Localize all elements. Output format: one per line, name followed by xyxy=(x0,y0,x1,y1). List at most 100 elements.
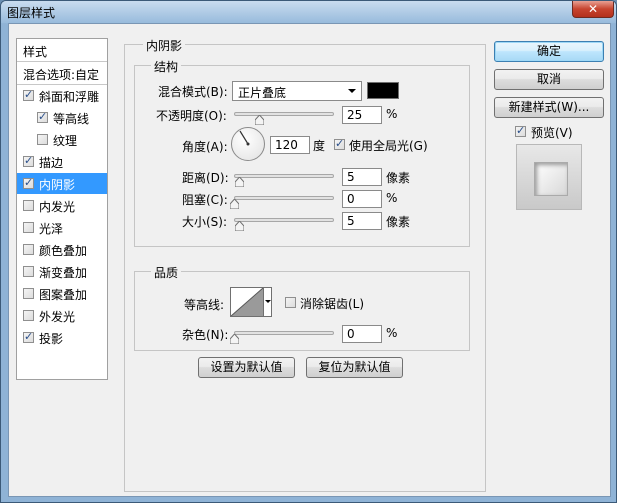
list-item-texture[interactable]: 纹理 xyxy=(17,129,107,150)
angle-dial[interactable] xyxy=(231,127,265,161)
global-light-label: 使用全局光(G) xyxy=(349,139,428,153)
preview-checkbox[interactable] xyxy=(515,124,526,137)
angle-value: 120 xyxy=(275,138,298,152)
styles-header-label: 样式 xyxy=(23,45,48,59)
quality-group: 品质 等高线: 消除锯齿(L) 杂色(N): 0 % xyxy=(134,264,470,351)
angle-input[interactable]: 120 xyxy=(270,136,310,154)
contour-curve-icon xyxy=(231,288,263,316)
list-item-gradient-overlay[interactable]: 渐变叠加 xyxy=(17,261,107,282)
list-item-label: 等高线 xyxy=(53,112,90,126)
list-item-bevel-emboss[interactable]: 斜面和浮雕 xyxy=(17,85,107,106)
list-item-outer-glow[interactable]: 外发光 xyxy=(17,305,107,326)
distance-value: 5 xyxy=(347,170,355,184)
checkbox-bevel-emboss[interactable] xyxy=(23,88,34,101)
opacity-input[interactable]: 25 xyxy=(342,106,382,124)
checkbox-inner-shadow[interactable] xyxy=(23,176,34,189)
noise-slider-thumb[interactable] xyxy=(230,334,239,344)
angle-needle-icon xyxy=(239,130,250,146)
distance-slider-thumb[interactable] xyxy=(235,177,244,187)
opacity-value: 25 xyxy=(347,108,363,122)
close-button[interactable]: ✕ xyxy=(572,1,614,18)
global-light-checkbox[interactable] xyxy=(334,137,345,150)
list-item-label: 光泽 xyxy=(39,222,64,236)
opacity-slider[interactable] xyxy=(234,112,334,116)
quality-title: 品质 xyxy=(151,264,182,281)
noise-input[interactable]: 0 xyxy=(342,325,382,343)
list-item-drop-shadow[interactable]: 投影 xyxy=(17,327,107,348)
size-slider-thumb[interactable] xyxy=(235,221,244,231)
size-value: 5 xyxy=(347,214,355,228)
cancel-button[interactable]: 取消 xyxy=(494,69,604,90)
list-item-stroke[interactable]: 描边 xyxy=(17,151,107,172)
size-label: 大小(S): xyxy=(182,215,228,229)
angle-label: 角度(A): xyxy=(182,140,228,154)
distance-label: 距离(D): xyxy=(182,171,229,185)
layer-style-dialog: 图层样式 ✕ 样式 混合选项:自定 斜面和浮雕 等高线 纹理 描边 xyxy=(0,0,617,503)
contour-picker[interactable] xyxy=(230,287,272,317)
reset-default-button[interactable]: 复位为默认值 xyxy=(306,357,403,378)
list-item-label: 内发光 xyxy=(39,200,76,214)
noise-slider[interactable] xyxy=(234,331,334,335)
list-item-label: 渐变叠加 xyxy=(39,266,88,280)
distance-unit: 像素 xyxy=(386,171,411,185)
ok-button[interactable]: 确定 xyxy=(494,41,604,62)
antialias-checkbox[interactable] xyxy=(285,297,296,308)
size-input[interactable]: 5 xyxy=(342,212,382,230)
new-style-button[interactable]: 新建样式(W)... xyxy=(494,97,604,118)
inner-shadow-panel: 内阴影 结构 混合模式(B): 正片叠底 不透明度(O): 25 % 角度(A)… xyxy=(124,37,486,492)
checkbox-inner-glow[interactable] xyxy=(23,200,34,211)
choke-slider-thumb[interactable] xyxy=(230,199,239,209)
checkbox-pattern-overlay[interactable] xyxy=(23,288,34,299)
list-item-label: 斜面和浮雕 xyxy=(39,90,100,104)
blend-options-label: 混合选项:自定 xyxy=(23,68,100,82)
chevron-down-icon xyxy=(348,89,356,93)
list-item-pattern-overlay[interactable]: 图案叠加 xyxy=(17,283,107,304)
choke-unit: % xyxy=(386,191,398,205)
noise-unit: % xyxy=(386,326,398,340)
styles-header[interactable]: 样式 xyxy=(17,39,107,62)
structure-title: 结构 xyxy=(151,58,182,75)
distance-slider[interactable] xyxy=(234,174,334,178)
shadow-color-swatch[interactable] xyxy=(367,82,399,99)
opacity-label: 不透明度(O): xyxy=(156,109,227,123)
style-preview-thumbnail xyxy=(516,144,582,210)
choke-slider[interactable] xyxy=(234,196,334,200)
structure-group: 结构 混合模式(B): 正片叠底 不透明度(O): 25 % 角度(A): 12… xyxy=(134,58,470,247)
list-item-contour[interactable]: 等高线 xyxy=(17,107,107,128)
choke-label: 阻塞(C): xyxy=(182,193,228,207)
choke-input[interactable]: 0 xyxy=(342,190,382,208)
noise-value: 0 xyxy=(347,327,355,341)
list-item-label: 内阴影 xyxy=(39,178,76,192)
list-item-label: 纹理 xyxy=(53,134,78,148)
list-item-inner-glow[interactable]: 内发光 xyxy=(17,195,107,216)
antialias-label: 消除锯齿(L) xyxy=(300,297,365,311)
checkbox-stroke[interactable] xyxy=(23,154,34,167)
noise-label: 杂色(N): xyxy=(182,328,229,342)
blend-options-item[interactable]: 混合选项:自定 xyxy=(17,62,107,85)
blend-mode-value: 正片叠底 xyxy=(238,86,287,100)
blend-mode-label: 混合模式(B): xyxy=(158,85,228,99)
checkbox-outer-glow[interactable] xyxy=(23,310,34,321)
list-item-label: 投影 xyxy=(39,332,64,346)
list-item-color-overlay[interactable]: 颜色叠加 xyxy=(17,239,107,260)
checkbox-gradient-overlay[interactable] xyxy=(23,266,34,277)
title-bar[interactable]: 图层样式 ✕ xyxy=(1,1,616,23)
checkbox-texture[interactable] xyxy=(37,134,48,145)
checkbox-color-overlay[interactable] xyxy=(23,244,34,255)
size-slider[interactable] xyxy=(234,218,334,222)
list-item-satin[interactable]: 光泽 xyxy=(17,217,107,238)
distance-input[interactable]: 5 xyxy=(342,168,382,186)
blend-mode-select[interactable]: 正片叠底 xyxy=(232,81,362,101)
checkbox-contour[interactable] xyxy=(37,110,48,123)
contour-dropdown-arrow[interactable] xyxy=(263,288,272,316)
checkbox-drop-shadow[interactable] xyxy=(23,330,34,343)
list-item-label: 颜色叠加 xyxy=(39,244,88,258)
preview-label: 预览(V) xyxy=(531,126,573,140)
opacity-slider-thumb[interactable] xyxy=(255,115,264,125)
set-default-button[interactable]: 设置为默认值 xyxy=(198,357,295,378)
list-item-inner-shadow[interactable]: 内阴影 xyxy=(17,173,107,194)
choke-value: 0 xyxy=(347,192,355,206)
checkbox-satin[interactable] xyxy=(23,222,34,233)
window-title: 图层样式 xyxy=(7,6,56,20)
dialog-body: 样式 混合选项:自定 斜面和浮雕 等高线 纹理 描边 内阴影 xyxy=(8,23,611,497)
